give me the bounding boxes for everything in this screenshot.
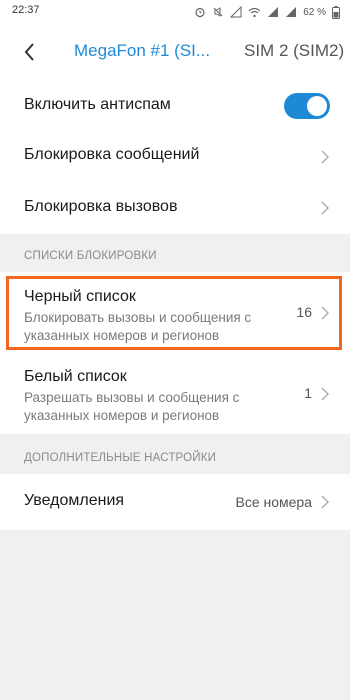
alarm-icon [194, 6, 206, 18]
notifications-value: Все номера [235, 494, 312, 510]
status-bar: 22:37 62 % [0, 0, 350, 24]
chevron-right-icon [321, 495, 329, 509]
tab-sim1[interactable]: MegaFon #1 (SI... [74, 41, 234, 61]
back-arrow-icon [24, 43, 34, 61]
signal-strength-icon-2 [285, 6, 297, 18]
block-messages-row[interactable]: Блокировка сообщений [0, 132, 350, 184]
additional-card: Уведомления Все номера [0, 474, 350, 530]
status-icons: 62 % [194, 3, 340, 21]
signal-strength-icon [267, 6, 279, 18]
additional-settings-header: ДОПОЛНИТЕЛЬНЫЕ НАСТРОЙКИ [24, 452, 217, 464]
highlight-box [6, 276, 342, 350]
signal-icon [230, 6, 242, 18]
chevron-right-icon [321, 201, 329, 215]
antispam-card: Включить антиспам Блокировка сообщений Б… [0, 80, 350, 234]
back-button[interactable] [18, 40, 42, 64]
antispam-label: Включить антиспам [24, 96, 171, 113]
whitelist-row[interactable]: Белый список Разрешать вызовы и сообщени… [0, 352, 350, 434]
whitelist-description: Разрешать вызовы и сообщения с указанных… [24, 390, 240, 423]
block-calls-row[interactable]: Блокировка вызовов [0, 184, 350, 234]
chevron-right-icon [321, 387, 329, 401]
notifications-row[interactable]: Уведомления Все номера [0, 474, 350, 530]
mute-icon [212, 6, 224, 18]
battery-percent: 62 % [303, 6, 326, 18]
wifi-icon [248, 7, 261, 18]
status-time: 22:37 [12, 4, 40, 16]
block-messages-label: Блокировка сообщений [24, 146, 200, 163]
whitelist-label: Белый список [24, 368, 127, 385]
notifications-label: Уведомления [24, 492, 125, 509]
antispam-toggle[interactable] [284, 93, 330, 119]
toolbar: MegaFon #1 (SI... SIM 2 (SIM2) [0, 24, 350, 80]
whitelist-count: 1 [304, 385, 312, 401]
block-calls-label: Блокировка вызовов [24, 198, 178, 215]
block-lists-header: СПИСКИ БЛОКИРОВКИ [24, 250, 157, 262]
battery-icon [332, 5, 340, 19]
toggle-knob [307, 96, 327, 116]
antispam-row[interactable]: Включить антиспам [0, 80, 350, 132]
tab-sim2[interactable]: SIM 2 (SIM2) [244, 41, 350, 61]
chevron-right-icon [321, 150, 329, 164]
